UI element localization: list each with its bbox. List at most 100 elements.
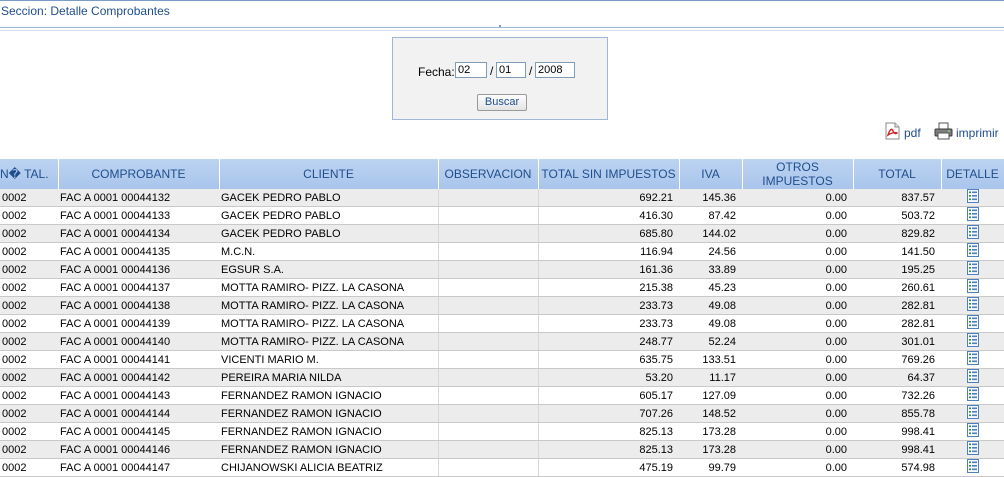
cell-observacion <box>437 296 539 315</box>
table-row: 0002 FAC A 0001 00044142 PEREIRA MARIA NIL… <box>0 368 1004 387</box>
detail-list-icon[interactable] <box>966 369 979 386</box>
cell-total: 64.37 <box>853 368 941 387</box>
cell-total-sin-impuestos: 707.26 <box>538 404 679 423</box>
cell-iva: 45.23 <box>679 278 742 297</box>
cell-iva: 33.89 <box>679 260 742 279</box>
cell-iva: 148.52 <box>679 404 742 423</box>
cell-cliente: MOTTA RAMIRO- PIZZ. LA CASONA <box>219 314 438 333</box>
cell-total: 732.26 <box>853 386 941 405</box>
detail-list-icon[interactable] <box>966 351 979 368</box>
detail-list-icon[interactable] <box>966 333 979 350</box>
detail-list-icon[interactable] <box>966 189 979 206</box>
date-filter-panel: Fecha: / / Buscar <box>392 37 608 120</box>
detail-list-icon[interactable] <box>966 261 979 278</box>
month-input[interactable] <box>496 62 526 78</box>
cell-detalle <box>941 350 1004 369</box>
cell-total-sin-impuestos: 161.36 <box>538 260 679 279</box>
table-row: 0002 FAC A 0001 00044143 FERNANDEZ RAMON I… <box>0 386 1004 405</box>
cell-otros-impuestos: 0.00 <box>742 332 853 351</box>
section-divider <box>0 27 1004 28</box>
cell-cliente: FERNANDEZ RAMON IGNACIO <box>219 404 438 423</box>
cell-comprobante: FAC A 0001 00044134 <box>58 224 219 243</box>
cell-iva: 49.08 <box>679 314 742 333</box>
cell-iva: 49.08 <box>679 296 742 315</box>
cell-detalle <box>941 278 1004 297</box>
cell-cliente: FERNANDEZ RAMON IGNACIO <box>219 440 438 459</box>
year-input[interactable] <box>535 62 575 78</box>
table-row: 0002 FAC A 0001 00044141 VICENTI MARIO M. 6… <box>0 350 1004 369</box>
detail-list-icon[interactable] <box>966 441 979 458</box>
day-input[interactable] <box>455 62 487 78</box>
cell-iva: 52.24 <box>679 332 742 351</box>
cell-comprobante: FAC A 0001 00044136 <box>58 260 219 279</box>
cell-observacion <box>437 278 539 297</box>
detail-list-icon[interactable] <box>966 279 979 296</box>
cell-cliente: GACEK PEDRO PABLO <box>219 189 438 207</box>
cell-n-tal: 0002 <box>0 296 58 315</box>
cell-observacion <box>437 242 539 261</box>
cell-detalle <box>941 386 1004 405</box>
cell-cliente: GACEK PEDRO PABLO <box>219 206 438 225</box>
table-row: 0002 FAC A 0001 00044133 GACEK PEDRO PABLO… <box>0 206 1004 225</box>
fecha-label: Fecha: <box>418 65 455 79</box>
cell-comprobante: FAC A 0001 00044132 <box>58 189 219 207</box>
table-row: 0002 FAC A 0001 00044144 FERNANDEZ RAMON I… <box>0 404 1004 423</box>
cell-observacion <box>437 404 539 423</box>
cell-total: 769.26 <box>853 350 941 369</box>
table-row: 0002 FAC A 0001 00044147 CHIJANOWSKI ALICI… <box>0 458 1004 477</box>
cell-otros-impuestos: 0.00 <box>742 404 853 423</box>
cell-cliente: FERNANDEZ RAMON IGNACIO <box>219 422 438 441</box>
cell-otros-impuestos: 0.00 <box>742 386 853 405</box>
cell-comprobante: FAC A 0001 00044147 <box>58 458 219 477</box>
cell-total-sin-impuestos: 825.13 <box>538 422 679 441</box>
cell-detalle <box>941 332 1004 351</box>
cell-cliente: MOTTA RAMIRO- PIZZ. LA CASONA <box>219 278 438 297</box>
detail-list-icon[interactable] <box>966 387 979 404</box>
pdf-link-label: pdf <box>904 126 921 140</box>
cell-observacion <box>437 314 539 333</box>
detail-list-icon[interactable] <box>966 459 979 476</box>
cell-detalle <box>941 440 1004 459</box>
cell-total: 282.81 <box>853 314 941 333</box>
cell-otros-impuestos: 0.00 <box>742 458 853 477</box>
buscar-button[interactable]: Buscar <box>477 94 527 111</box>
cell-observacion <box>437 458 539 477</box>
detail-list-icon[interactable] <box>966 405 979 422</box>
detail-list-icon[interactable] <box>966 225 979 242</box>
cell-total: 998.41 <box>853 422 941 441</box>
cell-comprobante: FAC A 0001 00044135 <box>58 242 219 261</box>
cell-cliente: MOTTA RAMIRO- PIZZ. LA CASONA <box>219 296 438 315</box>
cell-otros-impuestos: 0.00 <box>742 314 853 333</box>
cell-detalle <box>941 206 1004 225</box>
cell-cliente: M.C.N. <box>219 242 438 261</box>
cell-n-tal: 0002 <box>0 314 58 333</box>
table-row: 0002 FAC A 0001 00044134 GACEK PEDRO PABLO… <box>0 224 1004 243</box>
detail-list-icon[interactable] <box>966 207 979 224</box>
detail-list-icon[interactable] <box>966 315 979 332</box>
detail-list-icon[interactable] <box>966 243 979 260</box>
cell-cliente: FERNANDEZ RAMON IGNACIO <box>219 386 438 405</box>
cell-otros-impuestos: 0.00 <box>742 242 853 261</box>
cell-total: 829.82 <box>853 224 941 243</box>
print-link[interactable]: imprimir <box>934 122 999 140</box>
column-header-total: TOTAL <box>853 159 942 189</box>
detail-list-icon[interactable] <box>966 423 979 440</box>
cell-total-sin-impuestos: 53.20 <box>538 368 679 387</box>
column-header-cliente: CLIENTE <box>219 159 439 189</box>
column-header-otros-impuestos: OTROS IMPUESTOS <box>742 159 854 189</box>
cell-comprobante: FAC A 0001 00044140 <box>58 332 219 351</box>
detail-list-icon[interactable] <box>966 297 979 314</box>
cell-observacion <box>437 224 539 243</box>
comprobantes-table: N� TAL. COMPROBANTE CLIENTE OBSERVACION … <box>0 159 1004 477</box>
cell-detalle <box>941 224 1004 243</box>
cell-detalle <box>941 314 1004 333</box>
cell-otros-impuestos: 0.00 <box>742 206 853 225</box>
cell-total: 195.25 <box>853 260 941 279</box>
cell-total-sin-impuestos: 825.13 <box>538 440 679 459</box>
divider-marker <box>499 25 501 27</box>
table-row: 0002 FAC A 0001 00044137 MOTTA RAMIRO- PIZ… <box>0 278 1004 297</box>
pdf-export-link[interactable]: pdf <box>884 122 921 140</box>
section-title: Seccion: Detalle Comprobantes <box>1 4 170 18</box>
cell-cliente: PEREIRA MARIA NILDA <box>219 368 438 387</box>
cell-comprobante: FAC A 0001 00044138 <box>58 296 219 315</box>
